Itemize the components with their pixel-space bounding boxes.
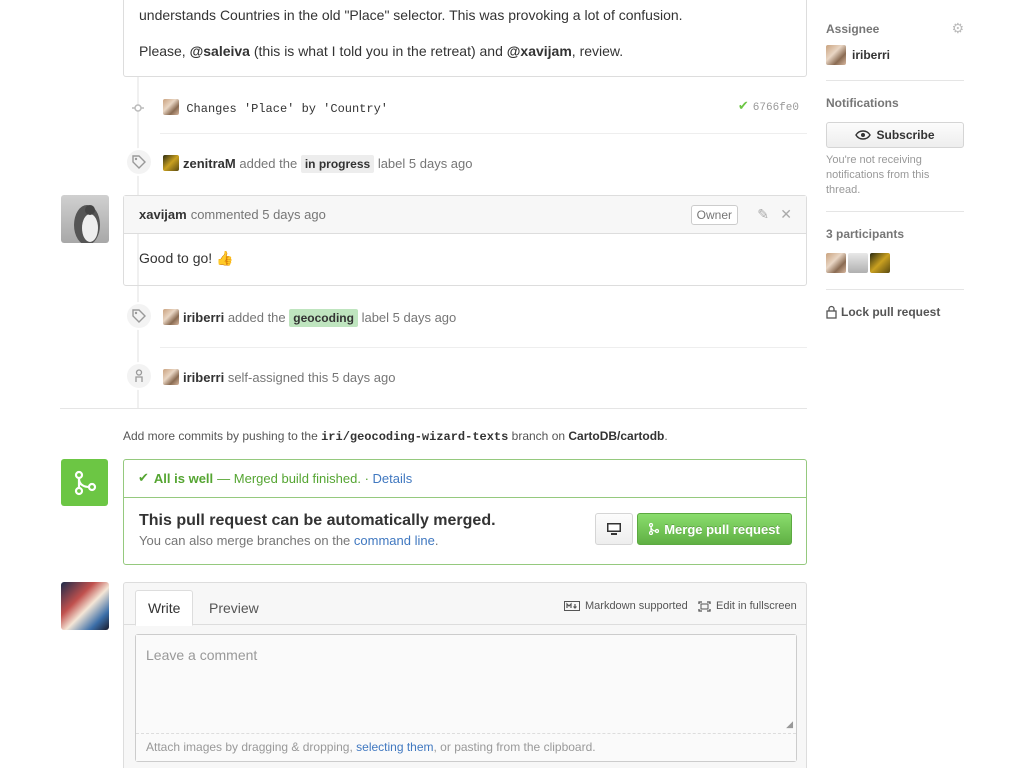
new-comment-form: Write Preview Markdown supported Edit in…	[123, 582, 807, 768]
person-icon	[125, 362, 153, 390]
event-text: zenitraM added the in progress label 5 d…	[163, 155, 473, 173]
pencil-icon[interactable]: ✎	[757, 206, 769, 223]
comment-header: xavijam commented 5 days ago Owner ✎ ✕	[124, 196, 806, 234]
avatar[interactable]	[826, 253, 846, 273]
comment-textarea[interactable]: Leave a comment	[136, 635, 796, 735]
comment-text-line: understands Countries in the old "Place"…	[139, 7, 683, 23]
divider	[826, 80, 964, 81]
divider	[826, 211, 964, 212]
label-event: iriberri added the geocoding label 5 day…	[125, 287, 807, 347]
commit-sha: ✔ 6766fe0	[738, 99, 799, 114]
git-commit-icon	[132, 104, 144, 112]
avatar[interactable]	[163, 155, 179, 171]
tag-icon	[125, 302, 153, 330]
comment: xavijam commented 5 days ago Owner ✎ ✕ G…	[123, 195, 807, 286]
build-status: ✔ All is well — Merged build finished. · …	[124, 460, 806, 498]
mention-saleiva[interactable]: @saleiva	[190, 43, 250, 59]
build-status-bold: All is well	[153, 471, 214, 486]
commit-sha-link[interactable]: 6766fe0	[753, 102, 799, 114]
gear-icon[interactable]: ⚙	[951, 21, 964, 37]
avatar[interactable]	[163, 309, 179, 325]
markdown-hint[interactable]: Markdown supported	[564, 600, 688, 612]
user-link[interactable]: iriberri	[183, 310, 224, 325]
git-merge-icon	[649, 523, 660, 535]
check-icon: ✔	[138, 471, 149, 486]
select-files-link[interactable]: selecting them	[356, 740, 433, 754]
comment-meta[interactable]: commented 5 days ago	[191, 207, 326, 222]
lock-icon	[826, 305, 837, 319]
commit-row: Changes 'Place' by 'Country' ✔ 6766fe0	[125, 77, 807, 137]
check-icon: ✔	[737, 99, 749, 114]
comment-text-line: Please, @saleiva (this is what I told yo…	[139, 43, 624, 59]
user-link[interactable]: iriberri	[183, 370, 224, 385]
assignee-title: Assignee	[826, 22, 880, 36]
comment-author[interactable]: xavijam	[139, 207, 187, 222]
notifications-title: Notifications	[826, 96, 899, 110]
divider	[826, 289, 964, 290]
comment-input-wrap: Leave a comment ◢ Attach images by dragg…	[135, 634, 797, 762]
avatar	[826, 45, 846, 65]
fullscreen-button[interactable]: Edit in fullscreen	[698, 600, 797, 612]
assign-event: iriberri self-assigned this 5 days ago	[125, 347, 807, 407]
commit-entry: Changes 'Place' by 'Country'	[163, 99, 388, 116]
resize-handle-icon[interactable]: ◢	[786, 719, 793, 730]
fullscreen-icon	[698, 600, 711, 612]
close-icon[interactable]: ✕	[780, 206, 792, 223]
merge-pull-request-button[interactable]: Merge pull request	[637, 513, 792, 545]
tab-preview[interactable]: Preview	[197, 590, 271, 626]
comment-body: Good to go! 👍	[139, 250, 234, 266]
label-in-progress[interactable]: in progress	[300, 155, 375, 173]
tab-write[interactable]: Write	[135, 590, 194, 626]
attach-hint: Attach images by dragging & dropping, se…	[136, 733, 796, 761]
command-line-link[interactable]: command line	[354, 533, 435, 548]
merge-message: This pull request can be automatically m…	[124, 498, 806, 564]
sidebar-assignee: Assignee ⚙ iriberri	[826, 21, 964, 65]
avatar[interactable]	[870, 253, 890, 273]
branch-name: iri/geocoding-wizard-texts	[321, 430, 509, 444]
push-hint: Add more commits by pushing to the iri/g…	[123, 429, 668, 444]
assignee-user[interactable]: iriberri	[826, 45, 964, 65]
tag-icon	[125, 148, 153, 176]
avatar[interactable]	[61, 582, 109, 630]
sidebar-notifications: Notifications Subscribe You're not recei…	[826, 96, 964, 198]
command-line-button[interactable]	[595, 513, 633, 545]
repo-name: CartoDB/cartodb	[568, 429, 665, 443]
timeline-divider	[60, 408, 807, 409]
notification-status: You're not receiving notifications from …	[826, 154, 930, 196]
event-text: iriberri added the geocoding label 5 day…	[163, 309, 456, 327]
event-text: iriberri self-assigned this 5 days ago	[163, 369, 395, 385]
markdown-icon	[564, 601, 580, 611]
eye-icon	[855, 130, 872, 140]
participants-title: 3 participants	[826, 227, 905, 241]
avatar[interactable]	[848, 253, 868, 273]
details-link[interactable]: Details	[373, 471, 413, 486]
user-link[interactable]: zenitraM	[183, 156, 236, 171]
mention-xavijam[interactable]: @xavijam	[507, 43, 572, 59]
avatar[interactable]	[163, 369, 179, 385]
label-event: zenitraM added the in progress label 5 d…	[125, 133, 807, 193]
previous-comment-body: understands Countries in the old "Place"…	[123, 0, 807, 77]
sidebar-participants: 3 participants	[826, 227, 964, 273]
lock-pull-request-link[interactable]: Lock pull request	[826, 305, 964, 319]
owner-badge: Owner	[690, 205, 738, 225]
avatar[interactable]	[163, 99, 179, 115]
participant-avatars	[826, 253, 964, 273]
git-merge-icon	[61, 459, 108, 506]
merge-box: ✔ All is well — Merged build finished. · …	[123, 459, 807, 565]
penguin-avatar-image	[74, 205, 100, 243]
subscribe-button[interactable]: Subscribe	[826, 122, 964, 148]
commit-message[interactable]: Changes 'Place' by 'Country'	[186, 102, 388, 116]
comment-tabs: Write Preview Markdown supported Edit in…	[124, 583, 806, 626]
label-geocoding[interactable]: geocoding	[289, 309, 358, 327]
desktop-icon	[607, 523, 621, 535]
avatar[interactable]	[61, 195, 109, 243]
